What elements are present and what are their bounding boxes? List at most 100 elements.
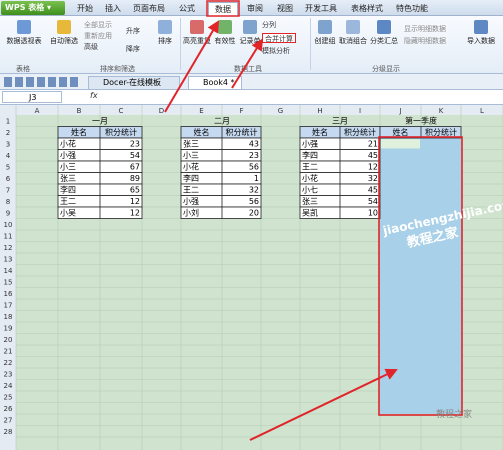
doc-tab-book4[interactable]: Book4 * (188, 76, 242, 89)
name-cell[interactable]: 小强 (183, 197, 199, 206)
row-header[interactable]: 17 (4, 302, 13, 310)
tab-review[interactable]: 审阅 (242, 2, 268, 16)
name-cell[interactable]: 张三 (60, 174, 76, 183)
header-cell[interactable]: 积分统计 (344, 127, 376, 137)
consolidate-button[interactable]: 合并计算 (262, 33, 296, 43)
name-cell[interactable]: 李四 (60, 185, 76, 195)
what-if-analysis-button[interactable]: 模拟分析 (262, 46, 290, 56)
header-cell[interactable]: 积分统计 (425, 127, 457, 137)
tab-insert[interactable]: 插入 (100, 2, 126, 16)
header-cell[interactable]: 积分统计 (105, 127, 137, 137)
column-header[interactable]: G (278, 107, 283, 115)
score-cell[interactable]: 10 (368, 209, 378, 218)
column-header[interactable]: L (480, 107, 484, 115)
tab-formula[interactable]: 公式 (174, 2, 200, 16)
tab-page-layout[interactable]: 页面布局 (130, 2, 168, 16)
score-cell[interactable]: 21 (368, 140, 378, 149)
header-cell[interactable]: 积分统计 (226, 127, 258, 137)
score-cell[interactable]: 12 (130, 209, 140, 218)
column-header[interactable]: E (199, 107, 203, 115)
tab-home[interactable]: 开始 (72, 2, 98, 16)
text-to-columns-button[interactable]: 分列 (262, 20, 276, 30)
row-header[interactable]: 14 (4, 267, 13, 275)
score-cell[interactable]: 12 (130, 197, 140, 206)
name-cell[interactable]: 小花 (60, 139, 76, 149)
row-header[interactable]: 25 (4, 394, 13, 402)
row-header[interactable]: 8 (6, 198, 10, 206)
reapply-button[interactable]: 重新应用 (84, 31, 112, 41)
name-cell[interactable]: 张三 (302, 197, 318, 206)
sort-button[interactable]: 排序 (154, 20, 176, 46)
autofilter-button[interactable]: 自动筛选 (48, 20, 80, 46)
quick-access-icons[interactable] (4, 77, 78, 87)
name-cell[interactable]: 小七 (302, 186, 318, 195)
score-cell[interactable]: 23 (249, 151, 259, 160)
column-header[interactable]: B (77, 107, 82, 115)
name-cell[interactable]: 小强 (60, 151, 76, 160)
column-header[interactable]: I (359, 107, 361, 115)
advanced-filter-button[interactable]: 高级 (84, 42, 98, 52)
header-cell[interactable]: 姓名 (393, 127, 409, 137)
row-header[interactable]: 11 (4, 233, 13, 241)
name-cell[interactable]: 小强 (302, 140, 318, 149)
name-cell[interactable]: 小花 (302, 173, 318, 183)
name-cell[interactable]: 王二 (60, 197, 76, 206)
score-cell[interactable]: 56 (249, 197, 259, 206)
import-data-button[interactable]: 导入数据 (462, 20, 500, 46)
doc-tab-docer[interactable]: Docer-在线模板 (88, 76, 180, 89)
name-cell[interactable]: 小三 (183, 151, 199, 160)
header-cell[interactable]: 姓名 (71, 127, 87, 137)
row-header[interactable]: 4 (6, 152, 11, 160)
score-cell[interactable]: 1 (254, 174, 259, 183)
score-cell[interactable]: 65 (130, 186, 140, 195)
score-cell[interactable]: 23 (130, 140, 140, 149)
row-header[interactable]: 6 (6, 175, 11, 183)
name-cell[interactable]: 小花 (183, 162, 199, 172)
score-cell[interactable]: 54 (368, 197, 378, 206)
tab-special-features[interactable]: 特色功能 (392, 2, 432, 16)
name-cell[interactable]: 小三 (60, 163, 76, 172)
row-header[interactable]: 21 (4, 348, 13, 356)
row-header[interactable]: 26 (4, 405, 13, 413)
score-cell[interactable]: 43 (249, 140, 259, 149)
name-cell[interactable]: 吴凯 (302, 208, 318, 218)
record-form-button[interactable]: 记录单 (238, 20, 262, 46)
row-header[interactable]: 16 (4, 290, 13, 298)
column-header[interactable]: A (35, 107, 40, 115)
name-cell[interactable]: 王二 (183, 186, 199, 195)
name-cell[interactable]: 李四 (302, 150, 318, 160)
row-header[interactable]: 2 (6, 129, 10, 137)
name-cell[interactable]: 张三 (183, 140, 199, 149)
row-header[interactable]: 10 (4, 221, 13, 229)
name-cell[interactable]: 李四 (183, 173, 199, 183)
row-header[interactable]: 24 (4, 382, 13, 390)
tab-view[interactable]: 视图 (272, 2, 298, 16)
pivot-table-button[interactable]: 数据透视表 (4, 20, 44, 46)
active-cell[interactable] (381, 139, 420, 149)
row-header[interactable]: 19 (4, 325, 13, 333)
score-cell[interactable]: 56 (249, 163, 259, 172)
score-cell[interactable]: 45 (368, 151, 378, 160)
column-header[interactable]: D (159, 107, 164, 115)
row-header[interactable]: 1 (6, 118, 10, 126)
wps-app-button[interactable]: WPS 表格 ▾ (1, 1, 65, 15)
row-header[interactable]: 9 (6, 210, 10, 218)
highlight-duplicates-button[interactable]: 高亮重复 (182, 20, 212, 46)
ungroup-button[interactable]: 取消组合 (338, 20, 368, 46)
score-cell[interactable]: 32 (249, 186, 259, 195)
validation-button[interactable]: 有效性 (212, 20, 238, 46)
header-cell[interactable]: 姓名 (194, 127, 210, 137)
row-header[interactable]: 12 (4, 244, 13, 252)
column-header[interactable]: J (398, 107, 401, 115)
spreadsheet-grid[interactable]: A B C D E F G H I J K L1234567891011121314151617181… (0, 105, 503, 450)
row-header[interactable]: 28 (4, 428, 13, 436)
name-cell[interactable]: 王二 (302, 163, 318, 172)
row-header[interactable]: 7 (6, 187, 10, 195)
row-header[interactable]: 5 (6, 164, 10, 172)
sort-asc-button[interactable]: 升序 (126, 26, 140, 36)
show-all-button[interactable]: 全部显示 (84, 20, 112, 30)
selected-range[interactable] (380, 138, 461, 414)
create-group-button[interactable]: 创建组 (312, 20, 338, 46)
header-cell[interactable]: 姓名 (312, 127, 328, 137)
score-cell[interactable]: 20 (249, 209, 259, 218)
